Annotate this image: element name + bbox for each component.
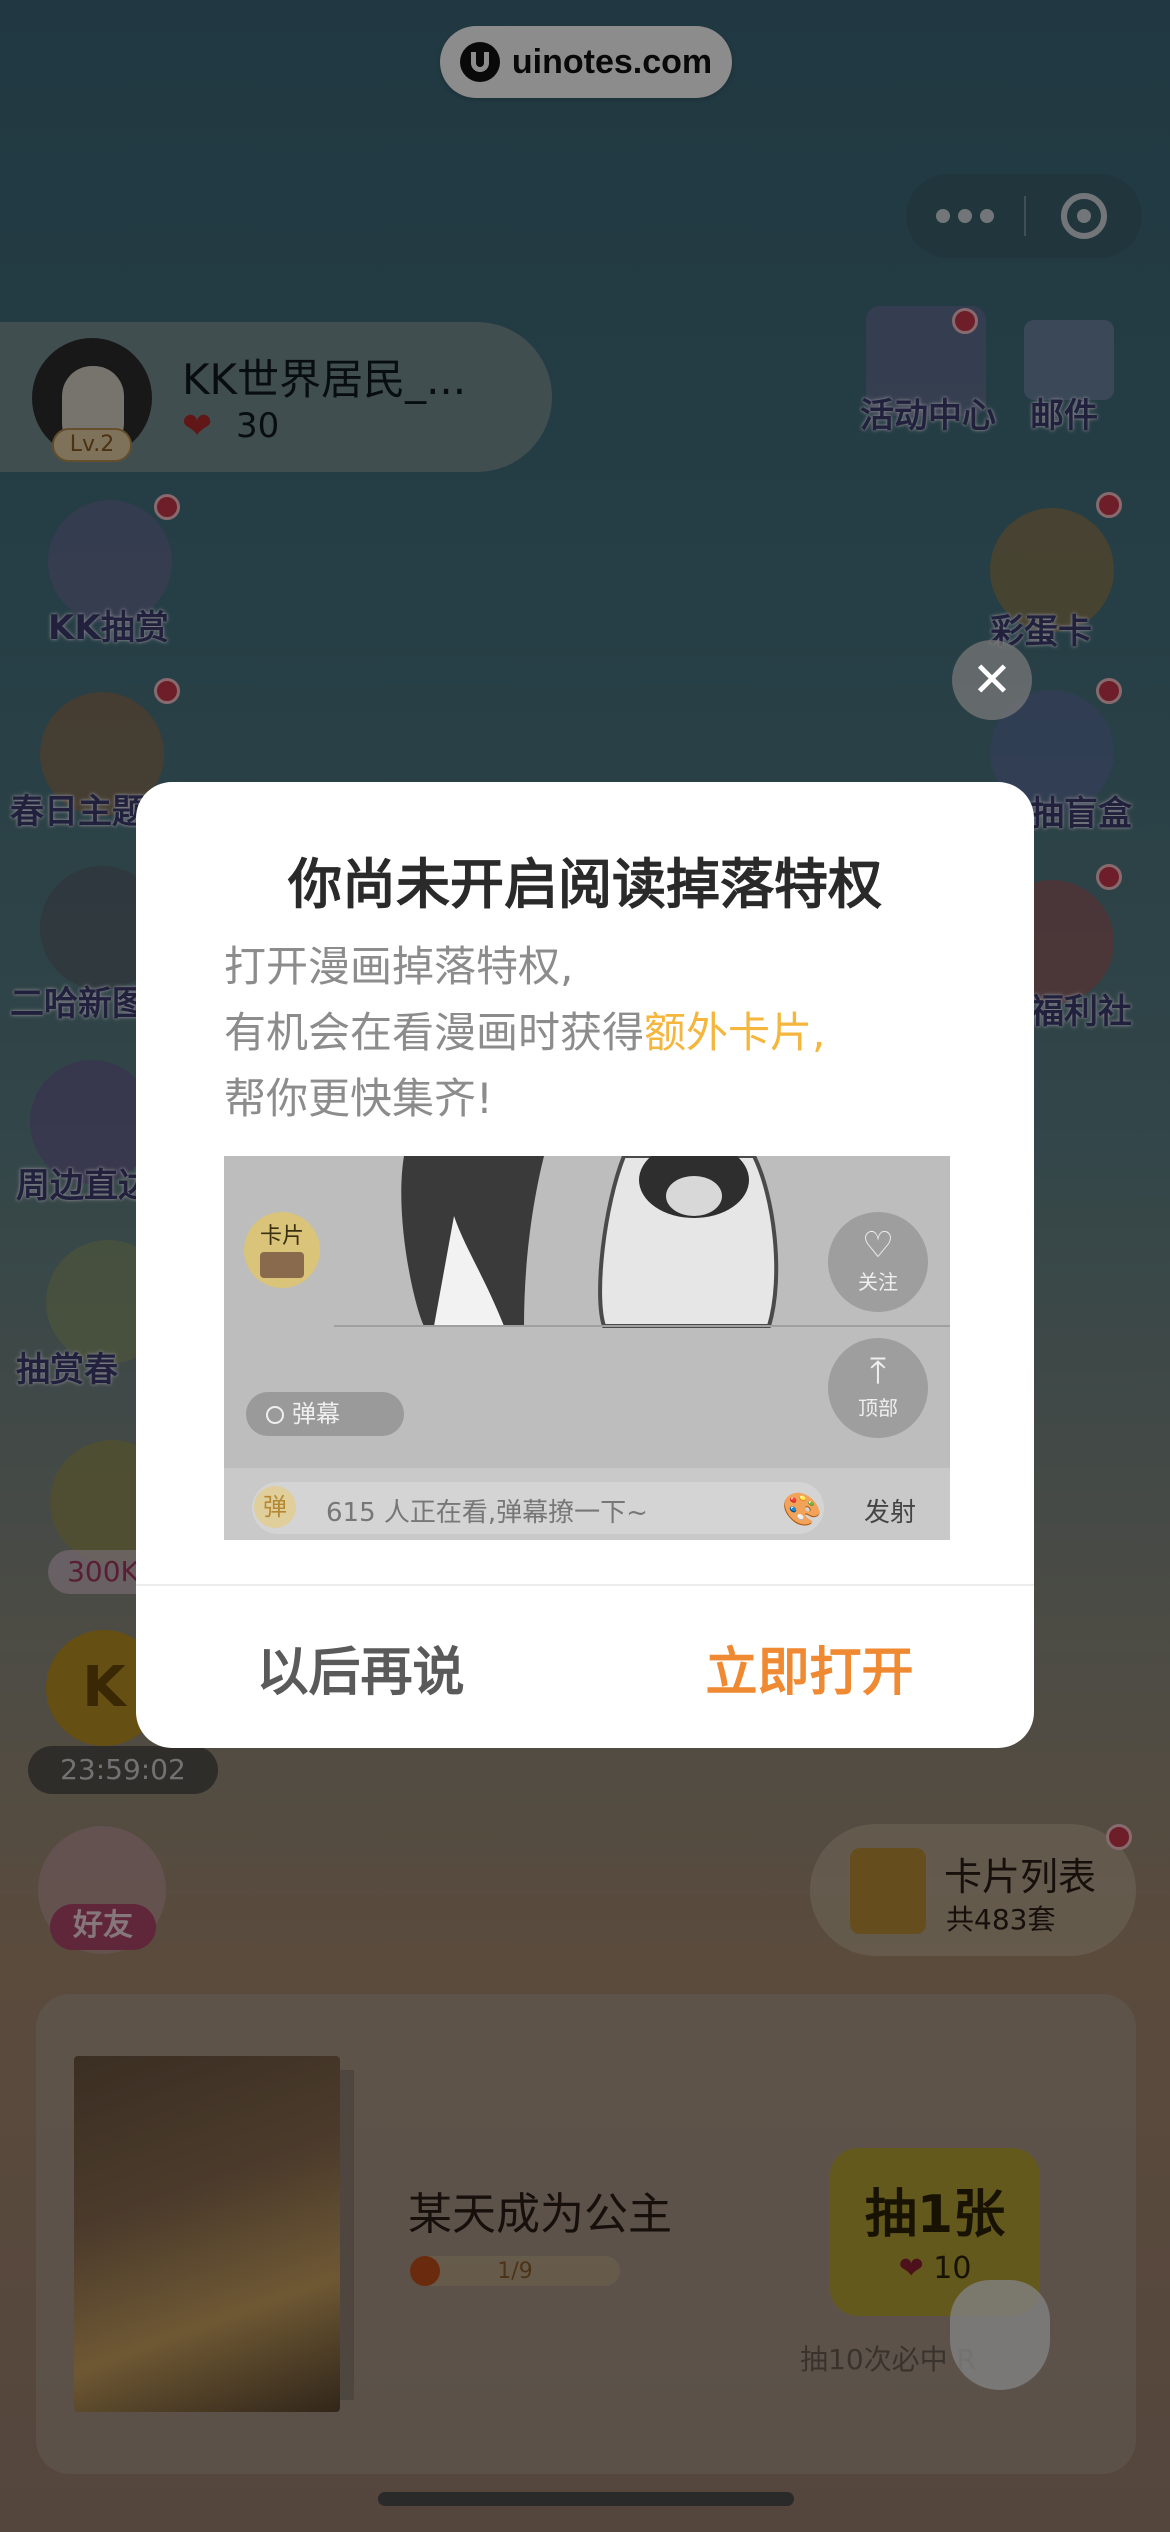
card-drop-badge: 卡片 — [244, 1212, 320, 1288]
dialog-line-1: 打开漫画掉落特权, — [224, 942, 574, 991]
heart-plus-icon: ♡ — [861, 1225, 895, 1266]
danmu-input-placeholder: 615 人正在看,弹幕撩一下~ — [326, 1498, 648, 1528]
arrow-up-icon: ⤒ — [870, 1351, 886, 1392]
danmu-chip-icon: 弹 — [254, 1486, 296, 1528]
dialog-line-2: 有机会在看漫画时获得 — [224, 1008, 645, 1057]
follow-button: ♡ 关注 — [828, 1212, 928, 1312]
palette-icon: 🎨 — [782, 1490, 822, 1528]
home-indicator[interactable] — [378, 2492, 794, 2506]
close-icon[interactable]: ✕ — [952, 640, 1032, 720]
send-label: 发射 — [864, 1498, 917, 1528]
feature-preview-image: 卡片 ♡ 关注 ⤒ 顶部 弹幕 弹 615 人正在看,弹幕撩一下~ 🎨 发射 — [224, 1156, 950, 1540]
later-button[interactable]: 以后再说 — [136, 1586, 585, 1748]
scroll-top-button: ⤒ 顶部 — [828, 1338, 928, 1438]
dialog-highlight: 额外卡片, — [644, 1008, 826, 1057]
dialog-title: 你尚未开启阅读掉落特权 — [288, 853, 882, 916]
danmu-toggle: 弹幕 — [246, 1392, 404, 1436]
open-now-button[interactable]: 立即打开 — [585, 1586, 1034, 1748]
dialog-line-3: 帮你更快集齐! — [224, 1074, 493, 1123]
dialog-body: 打开漫画掉落特权, 有机会在看漫画时获得额外卡片, 帮你更快集齐! — [224, 934, 825, 1132]
privilege-dialog: 你尚未开启阅读掉落特权 打开漫画掉落特权, 有机会在看漫画时获得额外卡片, 帮你… — [136, 782, 1034, 1748]
